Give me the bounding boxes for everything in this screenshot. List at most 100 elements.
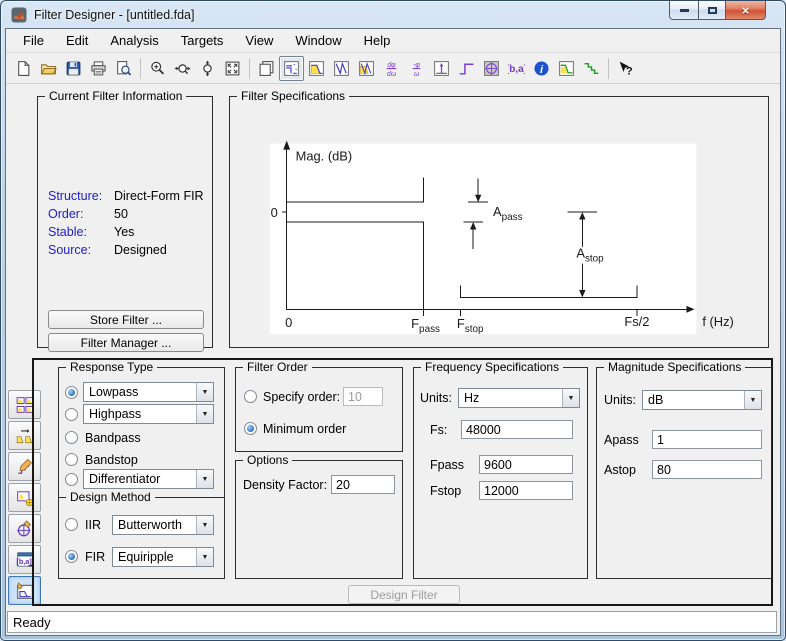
chevron-down-icon: ▼ bbox=[562, 389, 579, 407]
differentiator-radio[interactable] bbox=[65, 473, 78, 486]
new-icon bbox=[15, 60, 32, 77]
info-icon: i bbox=[533, 60, 550, 77]
iir-radio[interactable] bbox=[65, 518, 78, 531]
filter-manager-button[interactable]: Filter Manager ... bbox=[48, 333, 204, 352]
svg-text:[b,a]: [b,a] bbox=[508, 64, 525, 75]
minimum-order-radio[interactable] bbox=[244, 422, 257, 435]
bandstop-label: Bandstop bbox=[85, 453, 138, 467]
fs-label: Fs: bbox=[430, 423, 447, 437]
toolbar: dφdω-φω [b,a] i? bbox=[6, 53, 780, 84]
iir-method-dropdown[interactable]: Butterworth ▼ bbox=[112, 515, 214, 535]
fpass-input[interactable] bbox=[479, 455, 573, 474]
magnitude-response-button[interactable] bbox=[304, 56, 329, 81]
impulse-response-button[interactable] bbox=[429, 56, 454, 81]
close-button[interactable]: × bbox=[726, 1, 766, 20]
filter-manager-button[interactable] bbox=[254, 56, 279, 81]
phase-delay-response-button[interactable]: -φω bbox=[404, 56, 429, 81]
apass-input[interactable] bbox=[652, 430, 762, 449]
current-filter-info-group: Current Filter Information Structure: Di… bbox=[37, 96, 213, 348]
maximize-icon bbox=[708, 7, 717, 14]
lowpass-dropdown[interactable]: Lowpass▼ bbox=[83, 382, 214, 402]
zoom-in-button[interactable] bbox=[145, 56, 170, 81]
pole-zero-plot-button[interactable] bbox=[479, 56, 504, 81]
filter-specifications-group: Filter Specifications bbox=[229, 96, 769, 348]
magnitude-response-estimate-button[interactable] bbox=[554, 56, 579, 81]
filter-order-group: Filter Order Specify order: Minimum orde… bbox=[235, 367, 403, 452]
full-view-icon bbox=[224, 60, 241, 77]
differentiator-dropdown[interactable]: Differentiator▼ bbox=[83, 469, 214, 489]
response-type-title: Response Type bbox=[66, 360, 157, 374]
new-session-button[interactable] bbox=[11, 56, 36, 81]
filter-spec-plot: Mag. (dB) 0 0 Fpass Fstop Fs/2 f (Hz) Ap… bbox=[230, 99, 768, 347]
print-preview-icon bbox=[115, 60, 132, 77]
save-session-button[interactable] bbox=[61, 56, 86, 81]
source-value: Designed bbox=[114, 243, 167, 257]
magnitude-phase-response-button[interactable] bbox=[354, 56, 379, 81]
bandpass-radio[interactable] bbox=[65, 431, 78, 444]
zoom-y-icon bbox=[199, 60, 216, 77]
highpass-radio[interactable] bbox=[65, 408, 78, 421]
group-delay-response-button[interactable]: dφdω bbox=[379, 56, 404, 81]
step-response-button[interactable] bbox=[454, 56, 479, 81]
zoom-x-button[interactable] bbox=[170, 56, 195, 81]
print-preview-button[interactable] bbox=[111, 56, 136, 81]
menu-analysis[interactable]: Analysis bbox=[99, 29, 169, 52]
toolbar-separator bbox=[140, 58, 141, 79]
options-group: Options Density Factor: bbox=[235, 460, 403, 579]
astop-input[interactable] bbox=[652, 460, 762, 479]
menu-file[interactable]: File bbox=[12, 29, 55, 52]
lowpass-radio[interactable] bbox=[65, 386, 78, 399]
realize-model-icon bbox=[16, 489, 34, 507]
bandstop-radio[interactable] bbox=[65, 453, 78, 466]
mag-units-label: Units: bbox=[604, 393, 636, 407]
apass-label: Apass bbox=[604, 433, 639, 447]
pole-zero-icon bbox=[483, 60, 500, 77]
window-title: Filter Designer - [untitled.fda] bbox=[34, 8, 195, 22]
fs-input[interactable] bbox=[461, 420, 573, 439]
filter-information-button[interactable]: i bbox=[529, 56, 554, 81]
print-button[interactable] bbox=[86, 56, 111, 81]
menu-window[interactable]: Window bbox=[284, 29, 352, 52]
help-pointer-icon: ? bbox=[617, 60, 634, 77]
filter-specifications-button[interactable] bbox=[279, 56, 304, 81]
fir-label: FIR bbox=[85, 550, 105, 564]
open-session-button[interactable] bbox=[36, 56, 61, 81]
astop-label: Astop bbox=[604, 463, 636, 477]
fir-method-dropdown[interactable]: Equiripple ▼ bbox=[112, 547, 214, 567]
mag-units-dropdown[interactable]: dB ▼ bbox=[642, 390, 762, 410]
density-factor-input[interactable] bbox=[331, 475, 395, 494]
full-view-button[interactable] bbox=[220, 56, 245, 81]
design-filter-button[interactable]: Design Filter bbox=[348, 585, 460, 604]
menu-targets[interactable]: Targets bbox=[170, 29, 235, 52]
specify-order-input[interactable] bbox=[343, 387, 383, 406]
store-filter-button[interactable]: Store Filter ... bbox=[48, 310, 204, 329]
frequency-specifications-group: Frequency Specifications Units: Hz ▼ Fs:… bbox=[413, 367, 588, 579]
freq-units-dropdown[interactable]: Hz ▼ bbox=[458, 388, 580, 408]
plot-x-zero: 0 bbox=[285, 315, 292, 330]
whats-this-help-button[interactable]: ? bbox=[613, 56, 638, 81]
menu-edit[interactable]: Edit bbox=[55, 29, 99, 52]
fstop-input[interactable] bbox=[479, 481, 573, 500]
design-panel: Response Type Lowpass▼Highpass▼BandpassB… bbox=[32, 358, 773, 606]
filter-coefficients-button[interactable]: [b,a] bbox=[504, 56, 529, 81]
freq-units-label: Units: bbox=[420, 391, 452, 405]
phase-response-button[interactable] bbox=[329, 56, 354, 81]
design-method-group: Design Method IIR Butterworth ▼ FIR Equi… bbox=[58, 497, 225, 579]
highpass-dropdown[interactable]: Highpass▼ bbox=[83, 404, 214, 424]
menu-help[interactable]: Help bbox=[353, 29, 402, 52]
structure-value: Direct-Form FIR bbox=[114, 189, 204, 203]
client-area: FileEditAnalysisTargetsViewWindowHelp dφ… bbox=[5, 28, 781, 636]
specify-order-radio[interactable] bbox=[244, 390, 257, 403]
zoom-y-button[interactable] bbox=[195, 56, 220, 81]
magnitude-estimate-icon bbox=[558, 60, 575, 77]
pole-zero-editor-icon bbox=[16, 520, 34, 538]
round-off-noise-power-button[interactable] bbox=[579, 56, 604, 81]
density-factor-label: Density Factor: bbox=[243, 478, 327, 492]
minimize-button[interactable] bbox=[669, 1, 698, 20]
fir-radio[interactable] bbox=[65, 550, 78, 563]
phase-delay-icon: -φω bbox=[408, 60, 425, 77]
stable-value: Yes bbox=[114, 225, 134, 239]
maximize-button[interactable] bbox=[698, 1, 726, 20]
menu-view[interactable]: View bbox=[234, 29, 284, 52]
order-value: 50 bbox=[114, 207, 128, 221]
